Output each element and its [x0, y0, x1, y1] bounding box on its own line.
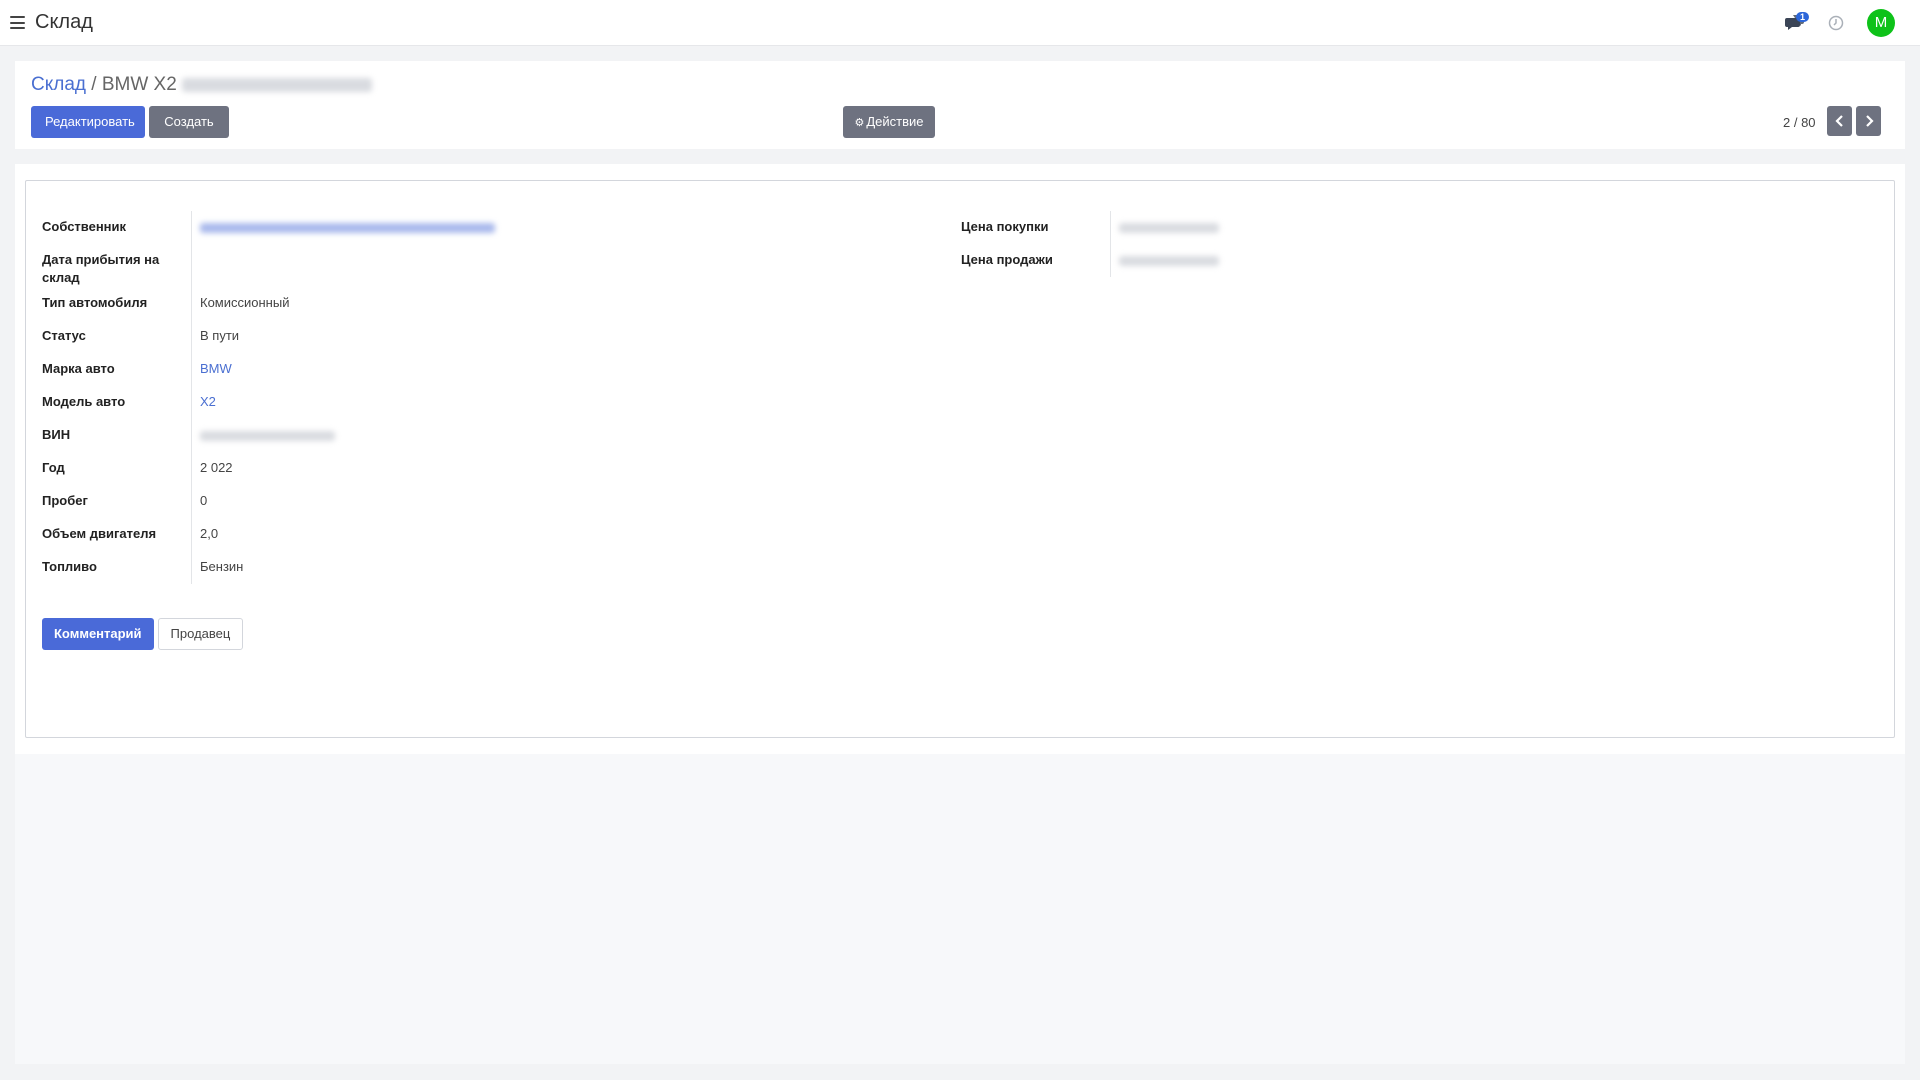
sale-price-blurred [1119, 255, 1219, 266]
tab-seller[interactable]: Продавец [157, 618, 244, 650]
chevron-right-icon [1865, 115, 1874, 127]
gear-icon: ⚙ [854, 117, 865, 129]
hamburger-menu-icon[interactable] [10, 16, 25, 29]
field-value: Комиссионный [200, 295, 290, 310]
field-value-sale-price [1111, 244, 1219, 277]
field-value: 0 [200, 493, 208, 508]
field-row-purchase-price: Цена покупки [961, 211, 1861, 244]
action-button-label: Действие [866, 114, 924, 129]
breadcrumb-blurred-vin [182, 77, 373, 92]
pager-previous-button[interactable] [1827, 106, 1852, 136]
pager-value: 2 / 80 [1783, 115, 1816, 130]
field-label: Статус [42, 320, 192, 353]
field-label: Цена продажи [961, 244, 1111, 277]
field-value: 2,0 [200, 526, 219, 541]
field-row-year: Год 2 022 [42, 452, 942, 485]
field-value-purchase-price [1111, 211, 1219, 244]
field-value-vin [192, 419, 335, 452]
field-value-model: X2 [192, 386, 216, 419]
breadcrumb-separator: / [91, 74, 97, 95]
field-row-engine-volume: Объем двигателя 2,0 [42, 518, 942, 551]
breadcrumb: Склад / BMW X2 [31, 74, 373, 96]
field-label: Пробег [42, 485, 192, 518]
field-value: Бензин [200, 559, 244, 574]
purchase-price-blurred [1119, 222, 1219, 233]
control-panel: Склад / BMW X2 Редактировать Создать ⚙ Де… [15, 61, 1905, 149]
field-label: Марка авто [42, 353, 192, 386]
field-row-owner: Собственник [42, 211, 942, 244]
field-label: Объем двигателя [42, 518, 192, 551]
field-label: Тип автомобиля [42, 287, 192, 320]
field-value-brand: BMW [192, 353, 232, 386]
field-label: Модель авто [42, 386, 192, 419]
clock-icon[interactable] [1828, 15, 1844, 31]
field-row-sale-price: Цена продажи [961, 244, 1861, 277]
field-value: 2 022 [200, 460, 233, 475]
chevron-left-icon [1834, 115, 1843, 127]
create-button[interactable]: Создать [149, 106, 229, 138]
model-link[interactable]: X2 [200, 394, 216, 409]
owner-blurred-link[interactable] [200, 222, 495, 233]
notebook-tabs: Комментарий Продавец [42, 618, 244, 650]
chat-badge: 1 [1796, 12, 1810, 22]
field-label: ВИН [42, 419, 192, 452]
field-row-status: Статус В пути [42, 320, 942, 353]
field-row-mileage: Пробег 0 [42, 485, 942, 518]
tab-comment[interactable]: Комментарий [42, 618, 154, 650]
field-row-brand: Марка авто BMW [42, 353, 942, 386]
form-sheet-wrapper: Собственник Дата прибытия на склад Тип а… [15, 164, 1905, 754]
user-avatar[interactable]: M [1867, 9, 1895, 37]
field-row-fuel: Топливо Бензин [42, 551, 942, 584]
brand-link[interactable]: BMW [200, 361, 232, 376]
pager-next-button[interactable] [1856, 106, 1881, 136]
field-label: Топливо [42, 551, 192, 584]
field-value-owner[interactable] [192, 211, 495, 244]
field-group-left: Собственник Дата прибытия на склад Тип а… [42, 211, 942, 584]
field-row-model: Модель авто X2 [42, 386, 942, 419]
field-row-car-type: Тип автомобиля Комиссионный [42, 287, 942, 320]
field-label: Год [42, 452, 192, 485]
form-sheet: Собственник Дата прибытия на склад Тип а… [25, 180, 1895, 738]
action-button[interactable]: ⚙ Действие [843, 106, 935, 138]
field-label: Дата прибытия на склад [42, 244, 192, 287]
field-label: Собственник [42, 211, 192, 244]
vin-blurred-value [200, 430, 335, 441]
breadcrumb-parent-link[interactable]: Склад [31, 74, 86, 95]
app-title: Склад [35, 11, 93, 33]
top-navbar: Склад 1 M [0, 0, 1920, 46]
breadcrumb-current: BMW X2 [101, 74, 177, 95]
field-row-arrival-date: Дата прибытия на склад [42, 244, 942, 287]
field-label: Цена покупки [961, 211, 1111, 244]
field-group-right: Цена покупки Цена продажи [961, 211, 1861, 277]
edit-button[interactable]: Редактировать [31, 106, 145, 138]
field-value: В пути [200, 328, 240, 343]
field-value [192, 244, 200, 287]
field-row-vin: ВИН [42, 419, 942, 452]
